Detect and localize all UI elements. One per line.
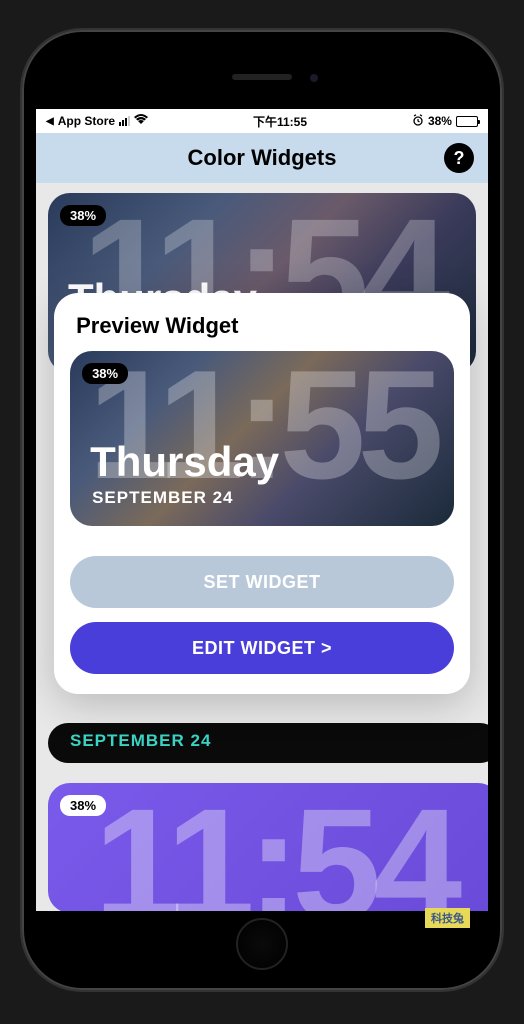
help-button[interactable]: ?	[444, 143, 474, 173]
back-arrow-icon[interactable]: ◀	[46, 116, 54, 127]
status-bar: ◀ App Store 下午11:55 38%	[36, 109, 488, 133]
phone-notch-area	[36, 44, 488, 109]
preview-date: SEPTEMBER 24	[92, 488, 233, 508]
modal-overlay: Preview Widget 38% 11:55 Thursday SEPTEM…	[36, 183, 488, 911]
preview-modal: Preview Widget 38% 11:55 Thursday SEPTEM…	[54, 293, 470, 694]
alarm-icon	[412, 114, 424, 129]
screen: ◀ App Store 下午11:55 38%	[36, 109, 488, 911]
app-header: Color Widgets ?	[36, 133, 488, 183]
content-area: 38% 11:54 Thursday SEPTEMBER 24 38% 11:5…	[36, 183, 488, 911]
status-right: 38%	[412, 114, 478, 129]
help-icon: ?	[454, 148, 465, 169]
battery-icon	[456, 116, 478, 127]
phone-chin	[36, 911, 488, 976]
watermark: 科技兔	[425, 908, 470, 928]
preview-widget-card: 38% 11:55 Thursday SEPTEMBER 24	[70, 351, 454, 526]
signal-icon	[119, 116, 130, 126]
battery-percent: 38%	[428, 114, 452, 128]
speaker-grille	[232, 74, 292, 80]
back-app-label[interactable]: App Store	[58, 114, 115, 128]
phone-inner: ◀ App Store 下午11:55 38%	[36, 44, 488, 976]
status-left: ◀ App Store	[46, 114, 148, 128]
modal-title: Preview Widget	[70, 313, 454, 339]
phone-frame: ◀ App Store 下午11:55 38%	[22, 30, 502, 990]
wifi-icon	[134, 114, 148, 128]
edit-widget-button[interactable]: EDIT WIDGET >	[70, 622, 454, 674]
preview-day: Thursday	[90, 438, 279, 486]
status-time: 下午11:55	[253, 113, 307, 130]
app-title: Color Widgets	[188, 145, 337, 171]
set-widget-button[interactable]: SET WIDGET	[70, 556, 454, 608]
home-button[interactable]	[236, 918, 288, 970]
front-camera	[310, 74, 318, 82]
preview-battery-badge: 38%	[82, 363, 128, 384]
